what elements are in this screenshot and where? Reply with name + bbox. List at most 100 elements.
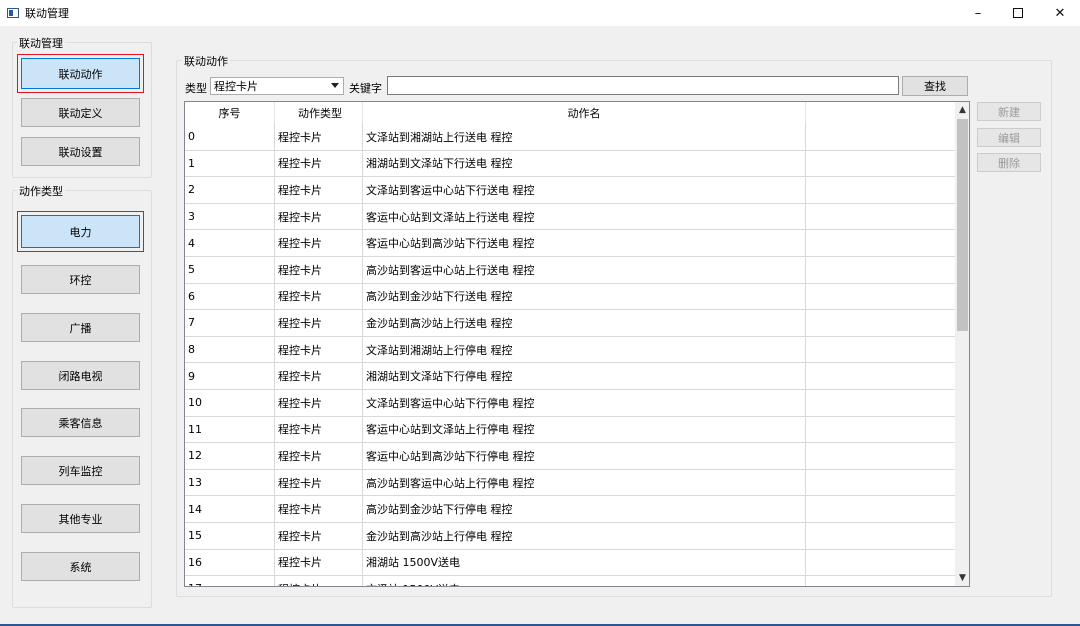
cell-index: 2 bbox=[185, 177, 275, 204]
cell-empty bbox=[806, 124, 955, 151]
linkage-settings-button[interactable]: 联动设置 bbox=[21, 137, 140, 166]
column-header-action-type[interactable]: 动作类型 bbox=[275, 102, 363, 124]
minimize-button[interactable]: – bbox=[958, 0, 998, 26]
cell-action-type: 程控卡片 bbox=[275, 576, 363, 586]
cell-action-name: 客运中心站到文泽站上行送电 程控 bbox=[363, 203, 806, 231]
action-type-broadcast-button[interactable]: 广播 bbox=[21, 313, 140, 342]
table-row[interactable]: 5 程控卡片 高沙站到客运中心站上行送电 程控 bbox=[185, 256, 955, 284]
column-header-action-name[interactable]: 动作名 bbox=[363, 102, 806, 124]
table-row[interactable]: 12 程控卡片 客运中心站到高沙站下行停电 程控 bbox=[185, 443, 955, 470]
keyword-input[interactable] bbox=[387, 76, 899, 95]
table-row[interactable]: 0 程控卡片 文泽站到湘湖站上行送电 程控 bbox=[185, 124, 955, 151]
cell-index: 10 bbox=[185, 389, 275, 417]
linkage-definition-button[interactable]: 联动定义 bbox=[21, 98, 140, 127]
table-row[interactable]: 7 程控卡片 金沙站到高沙站上行送电 程控 bbox=[185, 310, 955, 337]
cell-action-type: 程控卡片 bbox=[275, 310, 363, 337]
cell-action-type: 程控卡片 bbox=[275, 283, 363, 311]
cell-action-name: 金沙站到高沙站上行送电 程控 bbox=[363, 310, 806, 337]
table-row[interactable]: 3 程控卡片 客运中心站到文泽站上行送电 程控 bbox=[185, 203, 955, 231]
cell-empty bbox=[806, 523, 955, 550]
cell-action-name: 高沙站到金沙站下行送电 程控 bbox=[363, 283, 806, 311]
maximize-button[interactable] bbox=[998, 0, 1038, 26]
cell-action-type: 程控卡片 bbox=[275, 124, 363, 151]
table-row[interactable]: 16 程控卡片 湘湖站 1500V送电 bbox=[185, 549, 955, 577]
action-type-group bbox=[12, 190, 152, 608]
cell-action-type: 程控卡片 bbox=[275, 230, 363, 257]
table-row[interactable]: 6 程控卡片 高沙站到金沙站下行送电 程控 bbox=[185, 283, 955, 311]
new-button[interactable]: 新建 bbox=[977, 102, 1041, 121]
table-row[interactable]: 17程控卡片文泽站 1500V送电 bbox=[185, 576, 955, 586]
cell-action-type: 程控卡片 bbox=[275, 389, 363, 417]
cell-action-type: 程控卡片 bbox=[275, 522, 363, 550]
cell-empty bbox=[806, 284, 955, 311]
action-table[interactable]: 序号 动作类型 动作名 0 程控卡片 文泽站到湘湖站上行送电 程控 1 程控卡片 湘湖站到… bbox=[184, 101, 970, 587]
table-row[interactable]: 2 程控卡片 文泽站到客运中心站下行送电 程控 bbox=[185, 177, 955, 204]
action-type-power-button[interactable]: 电力 bbox=[17, 211, 144, 252]
table-row[interactable]: 11 程控卡片 客运中心站到文泽站上行停电 程控 bbox=[185, 416, 955, 444]
scroll-thumb[interactable] bbox=[957, 119, 968, 331]
cell-index: 13 bbox=[185, 469, 275, 497]
cell-empty bbox=[806, 363, 955, 390]
cell-index: 9 bbox=[185, 363, 275, 390]
action-type-group-title: 动作类型 bbox=[17, 183, 65, 199]
cell-index: 15 bbox=[185, 522, 275, 550]
cell-empty bbox=[806, 151, 955, 178]
cell-action-name: 金沙站到高沙站上行停电 程控 bbox=[363, 522, 806, 550]
cell-empty bbox=[806, 177, 955, 204]
scroll-down-icon[interactable]: ▼ bbox=[955, 570, 969, 586]
edit-button[interactable]: 编辑 bbox=[977, 128, 1041, 147]
linkage-management-group-title: 联动管理 bbox=[17, 35, 65, 51]
column-header-empty bbox=[806, 102, 955, 124]
scroll-up-icon[interactable]: ▲ bbox=[955, 102, 969, 118]
cell-index: 0 bbox=[185, 124, 275, 151]
close-button[interactable]: ✕ bbox=[1040, 0, 1080, 26]
cell-empty bbox=[806, 310, 955, 337]
cell-index: 6 bbox=[185, 283, 275, 311]
cell-action-type: 程控卡片 bbox=[275, 469, 363, 497]
type-select[interactable]: 程控卡片 bbox=[210, 77, 344, 95]
cell-empty bbox=[806, 443, 955, 470]
action-type-system-button[interactable]: 系统 bbox=[21, 552, 140, 581]
delete-button[interactable]: 删除 bbox=[977, 153, 1041, 172]
cell-action-type: 程控卡片 bbox=[275, 177, 363, 204]
cell-index: 8 bbox=[185, 336, 275, 364]
action-type-other-button[interactable]: 其他专业 bbox=[21, 504, 140, 533]
table-row[interactable]: 15 程控卡片 金沙站到高沙站上行停电 程控 bbox=[185, 522, 955, 550]
cell-action-type: 程控卡片 bbox=[275, 150, 363, 178]
table-row[interactable]: 9 程控卡片 湘湖站到文泽站下行停电 程控 bbox=[185, 363, 955, 390]
cell-index: 17 bbox=[185, 576, 275, 586]
type-label: 类型 bbox=[185, 82, 207, 95]
cell-action-type: 程控卡片 bbox=[275, 443, 363, 470]
cell-empty bbox=[806, 390, 955, 417]
cell-action-type: 程控卡片 bbox=[275, 549, 363, 577]
action-type-environment-button[interactable]: 环控 bbox=[21, 265, 140, 294]
action-type-passenger-info-button[interactable]: 乘客信息 bbox=[21, 408, 140, 437]
cell-action-name: 湘湖站到文泽站下行送电 程控 bbox=[363, 150, 806, 178]
cell-empty bbox=[806, 257, 955, 284]
column-header-index[interactable]: 序号 bbox=[185, 102, 275, 124]
cell-action-name: 客运中心站到高沙站下行送电 程控 bbox=[363, 230, 806, 257]
find-button[interactable]: 查找 bbox=[902, 76, 968, 96]
table-row[interactable]: 13 程控卡片 高沙站到客运中心站上行停电 程控 bbox=[185, 469, 955, 497]
title-bar: 联动管理 – ✕ bbox=[0, 0, 1080, 26]
linkage-action-group-title: 联动动作 bbox=[182, 53, 230, 69]
cell-action-name: 文泽站到湘湖站上行送电 程控 bbox=[363, 124, 806, 151]
table-header: 序号 动作类型 动作名 bbox=[185, 102, 969, 124]
table-row[interactable]: 1 程控卡片 湘湖站到文泽站下行送电 程控 bbox=[185, 150, 955, 178]
table-row[interactable]: 14 程控卡片 高沙站到金沙站下行停电 程控 bbox=[185, 496, 955, 523]
cell-index: 3 bbox=[185, 203, 275, 231]
cell-index: 7 bbox=[185, 310, 275, 337]
table-row[interactable]: 10 程控卡片 文泽站到客运中心站下行停电 程控 bbox=[185, 389, 955, 417]
table-body: 0 程控卡片 文泽站到湘湖站上行送电 程控 1 程控卡片 湘湖站到文泽站下行送电 程控 2 程… bbox=[185, 124, 955, 586]
linkage-action-button[interactable]: 联动动作 bbox=[17, 54, 144, 93]
table-row[interactable]: 8 程控卡片 文泽站到湘湖站上行停电 程控 bbox=[185, 336, 955, 364]
cell-action-name: 湘湖站 1500V送电 bbox=[363, 549, 806, 577]
cell-action-name: 高沙站到客运中心站上行停电 程控 bbox=[363, 469, 806, 497]
table-row[interactable]: 4 程控卡片 客运中心站到高沙站下行送电 程控 bbox=[185, 230, 955, 257]
cell-index: 11 bbox=[185, 416, 275, 444]
cell-action-name: 文泽站到客运中心站下行停电 程控 bbox=[363, 389, 806, 417]
action-type-cctv-button[interactable]: 闭路电视 bbox=[21, 361, 140, 390]
action-type-train-monitor-button[interactable]: 列车监控 bbox=[21, 456, 140, 485]
type-select-value: 程控卡片 bbox=[214, 80, 258, 93]
vertical-scrollbar[interactable]: ▲ ▼ bbox=[955, 102, 969, 586]
